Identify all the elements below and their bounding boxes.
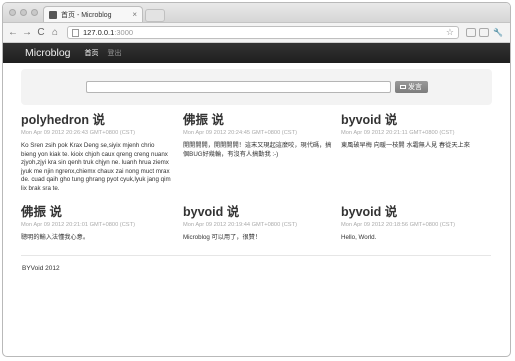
say-label: 说: [49, 205, 63, 219]
post-author: 佛振 说: [21, 201, 171, 220]
new-tab-button[interactable]: [145, 9, 165, 22]
post-submit-button[interactable]: 发言: [394, 81, 428, 93]
post-item: polyhedron 说 Mon Apr 09 2012 20:26:43 GM…: [21, 109, 171, 193]
author-name[interactable]: polyhedron: [21, 113, 89, 127]
author-name[interactable]: 佛振: [21, 205, 46, 219]
post-body: 開開開開，開開開開！這末又現起這麼咬，現代碼，搞個BUG好幾輪，有沒有人搞勤我 …: [183, 142, 332, 158]
post-body: 聰明的輸入法懂我心意。: [21, 234, 90, 241]
site-navbar: Microblog 首页 登出: [3, 43, 510, 63]
page-icon: [72, 28, 79, 37]
close-window-button[interactable]: [9, 9, 16, 16]
back-icon[interactable]: ←: [7, 27, 19, 39]
post-author: 佛振 说: [183, 109, 333, 128]
tab-strip: 首页 - Microblog ×: [3, 3, 510, 23]
home-icon[interactable]: ⌂: [49, 27, 61, 39]
zoom-window-button[interactable]: [31, 9, 38, 16]
address-bar[interactable]: 127.0.0.1:3000 ☆: [67, 26, 459, 39]
forward-icon[interactable]: →: [21, 27, 33, 39]
footer-divider: [21, 255, 491, 256]
say-label: 说: [384, 113, 398, 127]
url-port: :3000: [114, 28, 134, 37]
author-name[interactable]: byvoid: [183, 205, 223, 219]
say-label: 说: [384, 205, 398, 219]
window-controls: [9, 9, 38, 16]
post-submit-label: 发言: [408, 84, 422, 91]
say-label: 说: [92, 113, 106, 127]
post-body: Microblog 可以用了，很贊！: [183, 234, 262, 241]
nav-logout-link[interactable]: 登出: [108, 48, 122, 58]
post-body: Ko Sren zsih pok Krax Deng se,siyix mjen…: [21, 142, 171, 192]
post-body: 東風破早梅 向暖一枝開 水霜無人見 春從天上來: [341, 142, 470, 149]
browser-toolbar: ← → C ⌂ 127.0.0.1:3000 ☆ 🔧: [3, 23, 510, 43]
post-time: Mon Apr 09 2012 20:21:11 GMT+0800 (CST): [341, 130, 455, 136]
post-time: Mon Apr 09 2012 20:21:01 GMT+0800 (CST): [21, 222, 135, 228]
tab-close-icon[interactable]: ×: [132, 10, 137, 19]
post-input[interactable]: [85, 81, 391, 93]
comment-icon: [400, 85, 406, 89]
minimize-window-button[interactable]: [20, 9, 27, 16]
post-time: Mon Apr 09 2012 20:26:43 GMT+0800 (CST): [21, 130, 135, 136]
post-item: byvoid 说 Mon Apr 09 2012 20:21:11 GMT+08…: [341, 109, 491, 151]
url-host: 127.0.0.1: [83, 28, 115, 37]
nav-home-link[interactable]: 首页: [85, 48, 99, 58]
post-body: Hello, World.: [341, 234, 377, 241]
bookmark-star-icon[interactable]: ☆: [446, 27, 454, 38]
post-form: 发言: [21, 69, 492, 105]
author-name[interactable]: byvoid: [341, 113, 381, 127]
tab-title: 首页 - Microblog: [61, 11, 112, 19]
post-author: byvoid 说: [341, 109, 491, 128]
post-item: byvoid 说 Mon Apr 09 2012 20:19:44 GMT+08…: [183, 201, 333, 243]
say-label: 说: [226, 205, 240, 219]
extension-icon[interactable]: [479, 28, 489, 37]
post-item: 佛振 说 Mon Apr 09 2012 20:21:01 GMT+0800 (…: [21, 201, 171, 243]
post-time: Mon Apr 09 2012 20:24:45 GMT+0800 (CST): [183, 130, 297, 136]
post-time: Mon Apr 09 2012 20:19:44 GMT+0800 (CST): [183, 222, 297, 228]
say-label: 说: [211, 113, 225, 127]
post-author: polyhedron 说: [21, 109, 171, 128]
post-time: Mon Apr 09 2012 20:18:56 GMT+0800 (CST): [341, 222, 455, 228]
favicon-icon: [49, 10, 57, 19]
post-item: 佛振 说 Mon Apr 09 2012 20:24:45 GMT+0800 (…: [183, 109, 333, 159]
reload-icon[interactable]: C: [35, 27, 47, 39]
extension-icon[interactable]: [466, 28, 476, 37]
post-item: byvoid 说 Mon Apr 09 2012 20:18:56 GMT+08…: [341, 201, 491, 243]
post-author: byvoid 说: [183, 201, 333, 220]
brand-logo[interactable]: Microblog: [25, 47, 71, 59]
browser-tab[interactable]: 首页 - Microblog ×: [43, 6, 143, 22]
author-name[interactable]: byvoid: [341, 205, 381, 219]
post-author: byvoid 说: [341, 201, 491, 220]
footer-text: BYVoid 2012: [22, 265, 60, 272]
wrench-icon[interactable]: 🔧: [492, 27, 504, 39]
author-name[interactable]: 佛振: [183, 113, 208, 127]
